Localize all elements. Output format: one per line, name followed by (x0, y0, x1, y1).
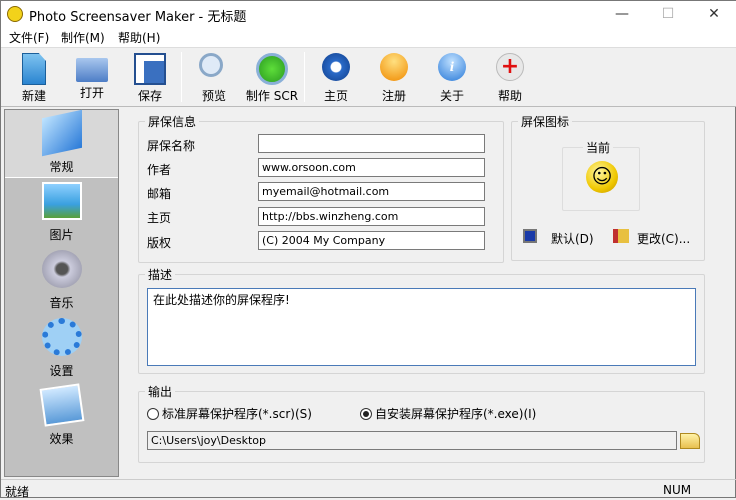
magnifier-icon (199, 53, 223, 77)
homepage-label: 主页 (147, 211, 172, 225)
copyright-label: 版权 (147, 236, 172, 250)
menu-make[interactable]: 制作(M) (61, 29, 105, 46)
toolbar-separator (304, 52, 305, 102)
change-icon-icon (613, 229, 629, 243)
general-icon (41, 109, 82, 157)
output-path-input[interactable]: C:\Users\joy\Desktop (147, 431, 677, 450)
status-text: 就绪 (5, 485, 30, 499)
sidebar-item-music[interactable]: 音乐 (5, 246, 118, 314)
default-icon-button[interactable]: 默认(D) (551, 230, 594, 247)
radio-circle (147, 407, 159, 420)
num-lock-indicator: NUM (663, 483, 692, 497)
new-button[interactable]: 新建 (5, 50, 63, 106)
register-button[interactable]: 注册 (365, 50, 423, 106)
make-scr-button[interactable]: 制作 SCR (243, 50, 301, 106)
radio-circle-selected (360, 407, 372, 420)
new-file-icon (22, 53, 46, 85)
name-label: 屏保名称 (147, 139, 196, 153)
computer-icon (523, 229, 537, 243)
about-button[interactable]: i 关于 (423, 50, 481, 106)
effects-icon (39, 383, 84, 427)
sidebar-item-effects[interactable]: 效果 (5, 382, 118, 450)
menu-help[interactable]: 帮助(H) (118, 29, 160, 46)
pictures-icon (41, 182, 82, 220)
status-bar: 就绪 NUM (1, 479, 736, 499)
copyright-input[interactable]: (C) 2004 My Company (258, 231, 485, 250)
smiley-icon: ☺ (586, 161, 618, 193)
open-button[interactable]: 打开 (63, 50, 121, 106)
menu-bar: 文件(F) 制作(M) 帮助(H) (1, 27, 736, 47)
play-icon (256, 53, 288, 85)
gear-icon (41, 318, 82, 356)
app-icon (7, 6, 23, 22)
author-input[interactable]: www.orsoon.com (258, 158, 485, 177)
close-button[interactable]: ✕ (691, 1, 736, 27)
toolbar-separator (181, 52, 182, 102)
toolbar: 新建 打开 保存 预览 制作 SCR 主页 注册 i 关于 + 帮助 (1, 47, 736, 107)
author-label: 作者 (147, 163, 172, 177)
name-input[interactable] (258, 134, 485, 153)
sidebar-item-pictures[interactable]: 图片 (5, 178, 118, 246)
ie-icon (322, 53, 350, 81)
title-bar: Photo Screensaver Maker - 无标题 — ☐ ✕ (1, 1, 736, 27)
browse-folder-icon[interactable] (680, 433, 700, 449)
maximize-button[interactable]: ☐ (645, 1, 691, 27)
sidebar: 常规 图片 音乐 设置 效果 (4, 109, 119, 477)
minimize-button[interactable]: — (599, 1, 645, 27)
window-title: Photo Screensaver Maker - 无标题 (29, 10, 247, 25)
open-folder-icon (76, 58, 108, 82)
save-disk-icon (134, 53, 166, 85)
speaker-icon (41, 250, 82, 288)
sidebar-item-general[interactable]: 常规 (5, 109, 118, 178)
preview-button[interactable]: 预览 (185, 50, 243, 106)
email-input[interactable]: myemail@hotmail.com (258, 182, 485, 201)
output-group: 输出 (138, 383, 705, 463)
homepage-button[interactable]: 主页 (307, 50, 365, 106)
menu-file[interactable]: 文件(F) (9, 29, 49, 46)
email-label: 邮箱 (147, 187, 172, 201)
homepage-input[interactable]: http://bbs.winzheng.com (258, 207, 485, 226)
help-button[interactable]: + 帮助 (481, 50, 539, 106)
save-button[interactable]: 保存 (121, 50, 179, 106)
radio-self-install-exe[interactable]: 自安装屏幕保护程序(*.exe)(I) (360, 405, 536, 422)
radio-standard-scr[interactable]: 标准屏幕保护程序(*.scr)(S) (147, 405, 312, 422)
description-textarea[interactable]: 在此处描述你的屏保程序! (147, 288, 696, 366)
orange-ball-icon (380, 53, 408, 81)
info-icon: i (438, 53, 466, 81)
change-icon-button[interactable]: 更改(C)... (637, 230, 690, 247)
sidebar-item-settings[interactable]: 设置 (5, 314, 118, 382)
help-cross-icon: + (496, 53, 524, 81)
